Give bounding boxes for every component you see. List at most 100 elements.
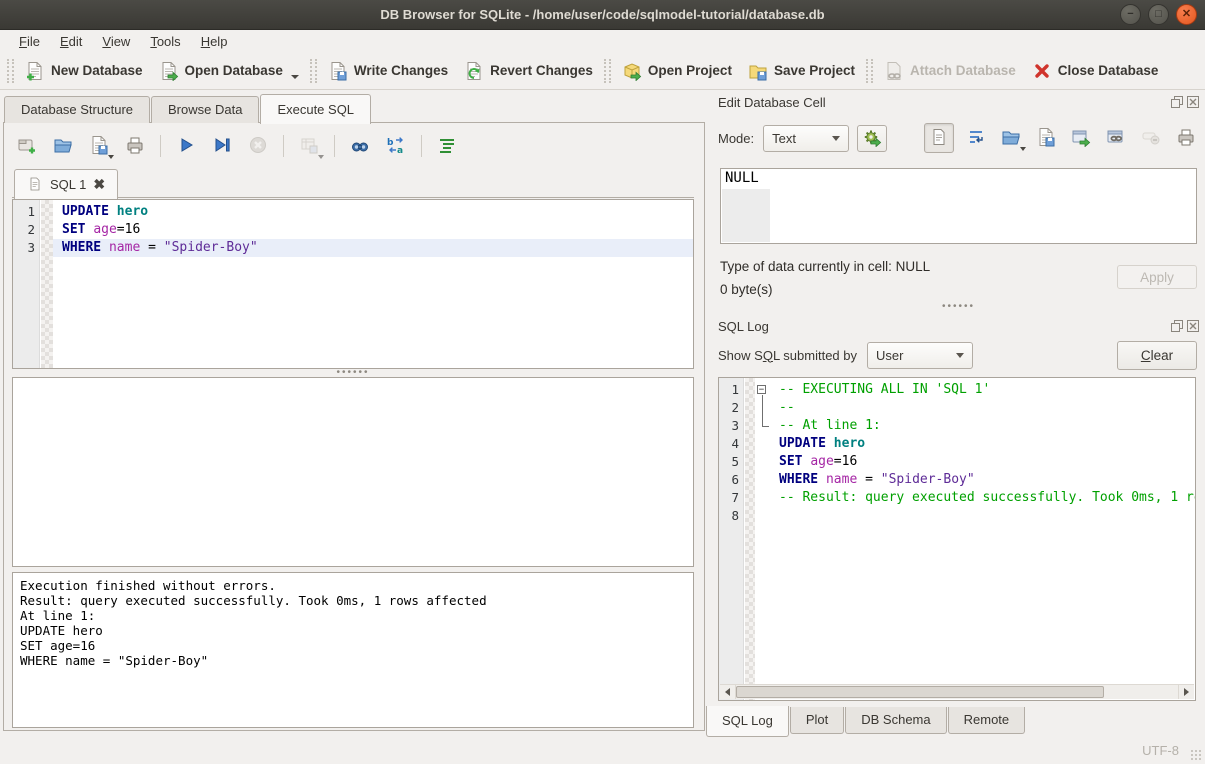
cell-value: NULL [725,170,759,186]
export-data-button[interactable] [1033,125,1059,151]
tab-database-structure[interactable]: Database Structure [4,96,150,123]
open-sql-file-button[interactable] [50,133,76,159]
print-button[interactable] [122,133,148,159]
cell-value-editor[interactable]: NULL [720,168,1197,244]
dock-float-icon[interactable] [1171,96,1183,108]
open-external-button[interactable] [1068,125,1094,151]
dock-close-icon[interactable] [1187,96,1199,108]
new-database-button[interactable]: New Database [17,57,151,85]
execution-message: WHERE name = "Spider-Boy" [20,653,686,668]
link-cell-button[interactable] [1103,125,1129,151]
submitted-by-value: User [876,348,903,363]
format-button[interactable] [434,133,460,159]
sql-editor[interactable]: 1UPDATE hero2SET age=163WHERE name = "Sp… [12,199,694,369]
toolbar-separator [160,135,161,157]
chevron-down-icon[interactable] [291,75,299,79]
text-mode-button[interactable] [924,123,954,153]
sql-log-view[interactable]: 1−-- EXECUTING ALL IN 'SQL 1'2--3-- At l… [718,377,1196,701]
chevron-down-icon[interactable] [1020,147,1026,151]
fold-marker[interactable]: − [755,381,770,399]
resize-grip[interactable] [1190,749,1202,761]
find-button[interactable] [347,133,373,159]
mode-combobox[interactable]: Text [763,125,849,152]
results-pane[interactable] [12,377,694,567]
auto-switch-mode-button[interactable] [857,125,887,152]
save-project-button[interactable]: Save Project [740,57,863,85]
fold-marker[interactable] [755,417,770,435]
dock-tab-bar: SQL LogPlotDB SchemaRemote [706,707,1026,737]
save-sql-file-button[interactable] [86,133,112,159]
import-data-button[interactable] [998,125,1024,151]
dock-tab-db-schema[interactable]: DB Schema [845,707,946,734]
replace-button[interactable]: ba [383,133,409,159]
tab-sql-1[interactable]: SQL 1 ✖ [14,169,118,199]
db-browser-window: DB Browser for SQLite - /home/user/code/… [0,0,1205,764]
menu-bar: FileEditViewToolsHelp [0,31,1205,52]
editor-results-splitter[interactable]: •••••• [12,369,694,377]
dock-close-icon[interactable] [1187,320,1199,332]
window-minimize-button[interactable]: − [1120,4,1141,25]
apply-button-label: Apply [1140,270,1174,285]
new-tab-button[interactable] [14,133,40,159]
clear-button[interactable]: Clear [1117,341,1197,370]
dock-tab-sql-log[interactable]: SQL Log [706,706,789,737]
print-cell-button[interactable] [1173,125,1199,151]
menu-view[interactable]: View [93,32,139,51]
fold-marker[interactable] [755,471,770,489]
dock-float-icon[interactable] [1171,320,1183,332]
line-number: 3 [719,417,744,435]
print-cell-icon [1176,127,1196,150]
menu-tools[interactable]: Tools [141,32,189,51]
code-line: 2-- [719,399,1195,417]
tab-execute-sql[interactable]: Execute SQL [260,94,371,124]
scroll-right-arrow-icon[interactable] [1178,685,1194,699]
apply-button[interactable]: Apply [1117,265,1197,289]
dock-tab-remote[interactable]: Remote [948,707,1026,734]
execute-all-button[interactable] [173,133,199,159]
log-horizontal-scrollbar[interactable] [720,684,1194,699]
fold-marker[interactable] [755,399,770,417]
tab-browse-data[interactable]: Browse Data [151,96,259,123]
window-maximize-button[interactable]: □ [1148,4,1169,25]
export-results-button[interactable] [296,133,322,159]
tab-close-icon[interactable]: ✖ [93,177,105,191]
window-close-button[interactable]: ✕ [1176,4,1197,25]
open-project-button[interactable]: Open Project [614,57,740,85]
dock-tab-plot[interactable]: Plot [790,707,844,734]
export-results-icon [299,135,319,158]
menu-help[interactable]: Help [192,32,237,51]
encoding-indicator[interactable]: UTF-8 [1142,743,1179,758]
fold-marker[interactable] [755,435,770,453]
chevron-down-icon[interactable] [318,155,324,159]
line-number: 1 [719,381,744,399]
attach-database-button[interactable]: Attach Database [876,57,1024,85]
submitted-by-combobox[interactable]: User [867,342,973,369]
menu-edit[interactable]: Edit [51,32,91,51]
execute-line-button[interactable] [209,133,235,159]
mode-value: Text [772,131,796,146]
menu-file[interactable]: File [10,32,49,51]
set-null-button[interactable] [1138,125,1164,151]
cell-type-info: Type of data currently in cell: NULL [720,259,930,274]
revert-changes-button[interactable]: Revert Changes [456,57,601,85]
code-line: 5SET age=16 [719,453,1195,471]
scrollbar-thumb[interactable] [736,686,1104,698]
chevron-down-icon[interactable] [108,155,114,159]
code-line: 3-- At line 1: [719,417,1195,435]
execution-message-pane[interactable]: Execution finished without errors.Result… [12,572,694,728]
word-wrap-button[interactable] [963,125,989,151]
dock-splitter[interactable]: •••••• [718,303,1199,311]
open-database-button[interactable]: Open Database [151,57,307,85]
stop-button[interactable] [245,133,271,159]
link-cell-icon [1106,127,1126,150]
main-tab-bar: Database StructureBrowse DataExecute SQL [4,93,372,123]
close-database-button[interactable]: Close Database [1024,57,1167,85]
write-changes-button[interactable]: Write Changes [320,57,456,85]
filter-label: Show SQL submitted by [718,348,857,363]
scroll-left-arrow-icon[interactable] [720,685,736,699]
fold-marker[interactable] [755,507,770,525]
status-bar: UTF-8 [0,737,1205,764]
code-line: 2SET age=16 [13,221,693,239]
fold-marker[interactable] [755,489,770,507]
fold-marker[interactable] [755,453,770,471]
